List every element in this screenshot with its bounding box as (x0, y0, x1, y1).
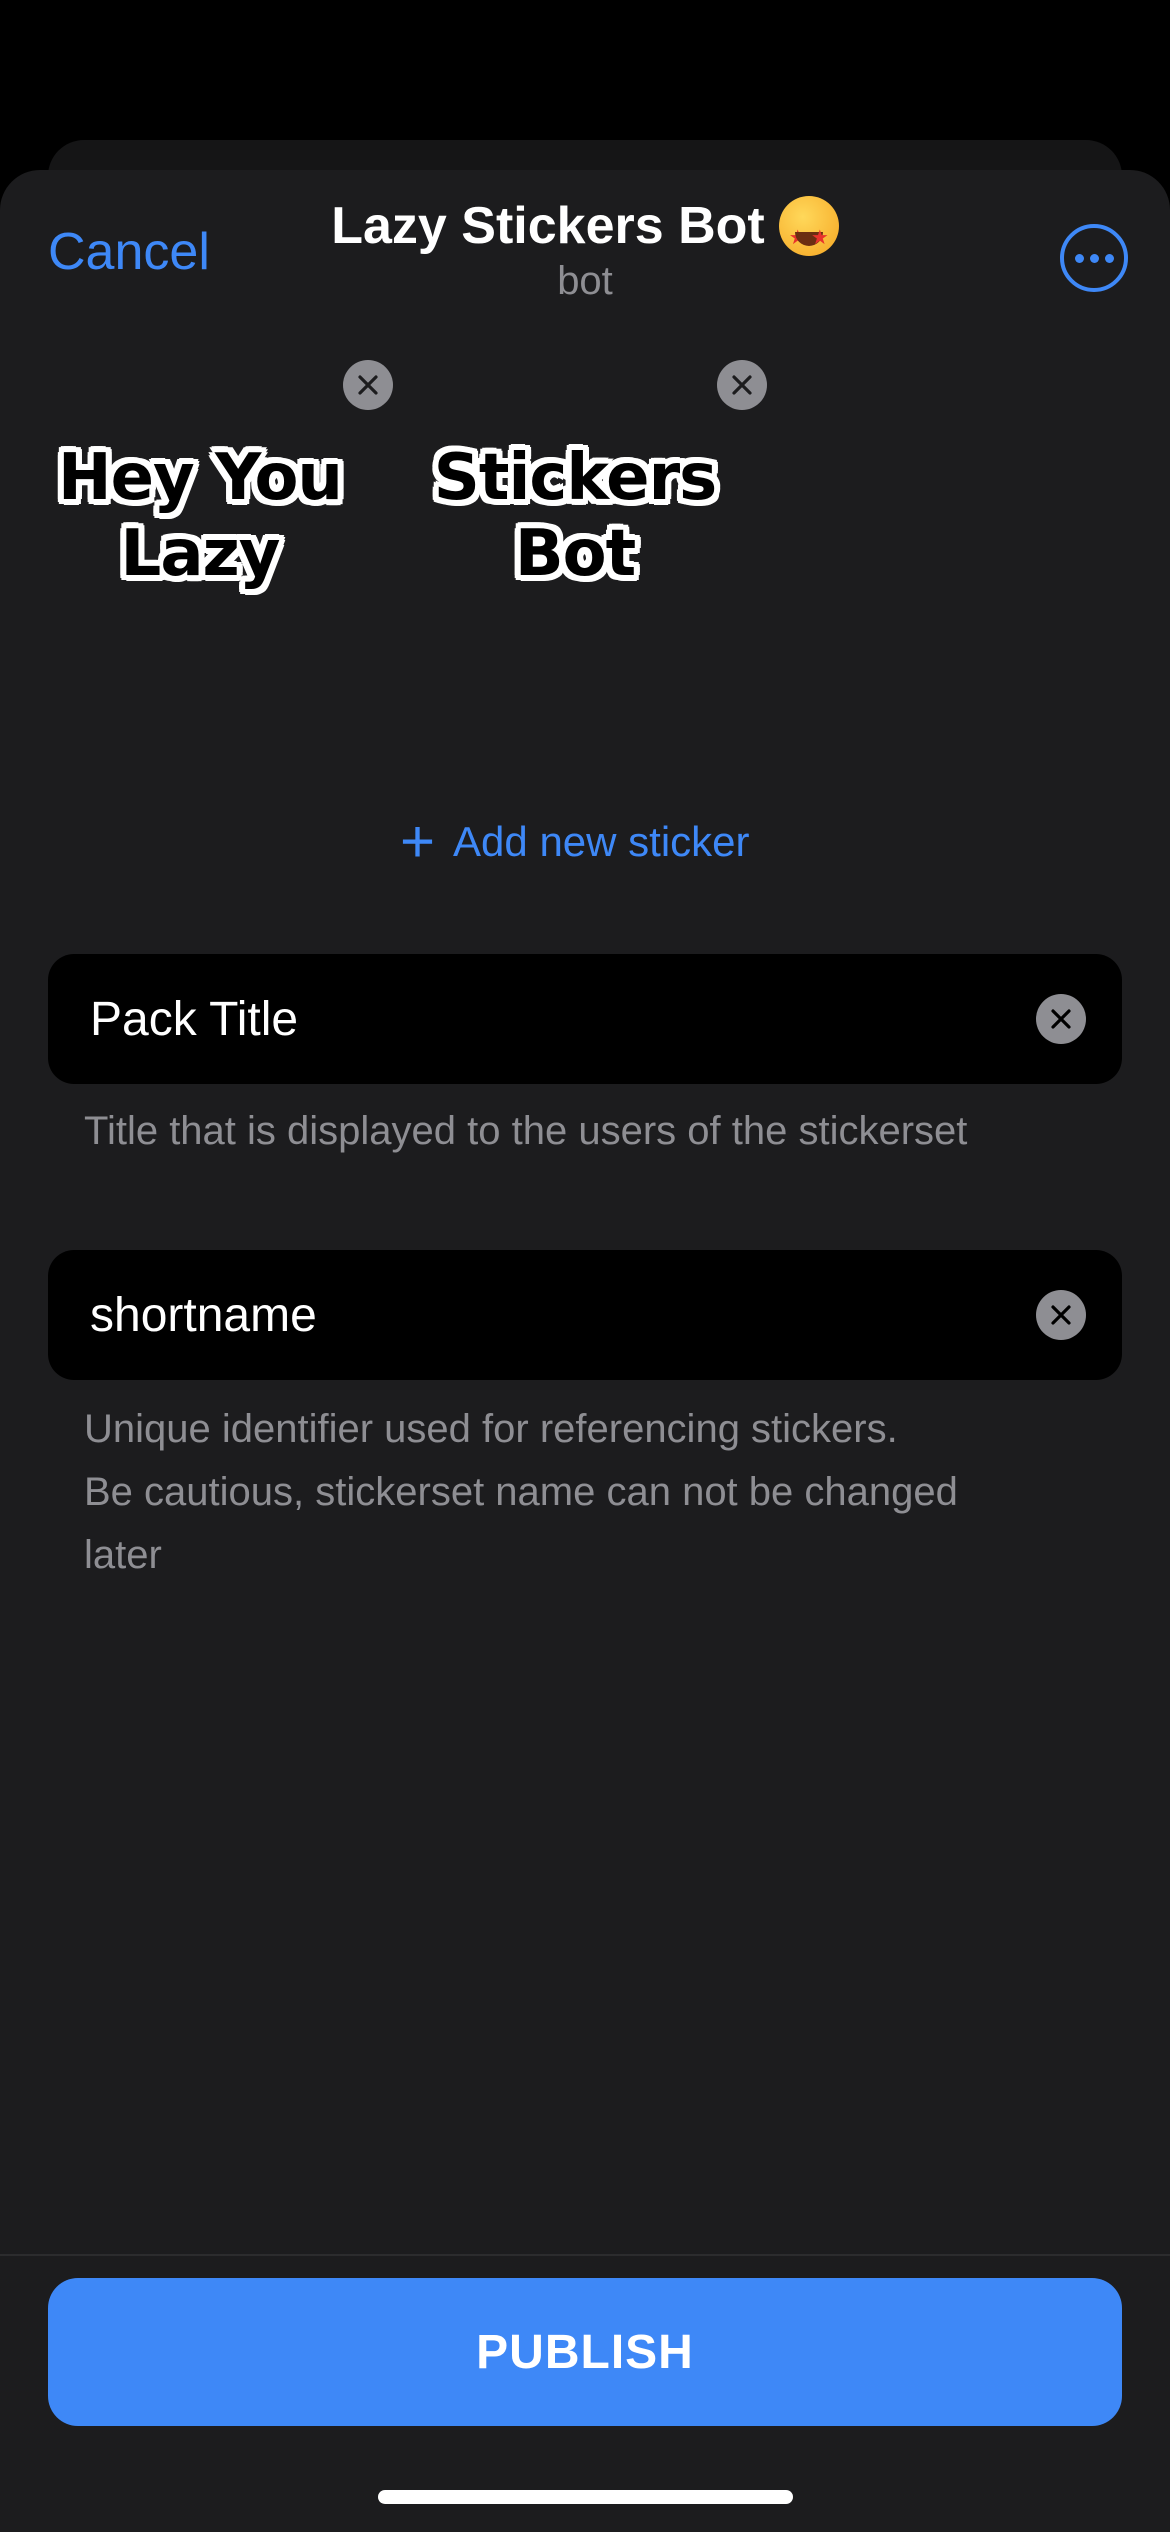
ellipsis-dot (1074, 253, 1084, 263)
sticker-text-line: Lazy (120, 517, 281, 591)
star-struck-emoji-icon (778, 196, 839, 268)
shortname-field (48, 1250, 1122, 1380)
sticker-text-line: Hey You (58, 441, 343, 515)
pack-title-input[interactable] (90, 954, 1030, 1084)
shortname-hint-line: later (84, 1533, 162, 1577)
sticker-text-line: Stickers (433, 441, 717, 515)
sticker-image: Stickers Bot (420, 440, 730, 592)
bot-subtitle: bot (557, 259, 613, 303)
shortname-input[interactable] (90, 1250, 1030, 1380)
pack-title-hint: Title that is displayed to the users of … (84, 1109, 968, 1153)
bot-title: Lazy Stickers Bot (331, 196, 839, 268)
add-new-sticker-button[interactable]: + Add new sticker (400, 810, 750, 874)
sticker-item[interactable]: Stickers Bot (420, 360, 767, 660)
cancel-button[interactable]: Cancel (48, 222, 210, 282)
shortname-hint-line: Unique identifier used for referencing s… (84, 1407, 898, 1451)
sticker-item[interactable]: Hey You Lazy (45, 360, 393, 660)
clear-shortname-button[interactable] (1036, 1290, 1086, 1340)
ellipsis-dot (1089, 253, 1099, 263)
close-icon (732, 375, 752, 395)
publish-button[interactable]: PUBLISH (48, 2278, 1122, 2426)
remove-sticker-button[interactable] (717, 360, 767, 410)
sticker-pack-sheet: Cancel Lazy Stickers Bot bot Hey You Laz… (0, 170, 1170, 2532)
sheet-header: Cancel Lazy Stickers Bot bot (0, 170, 1170, 330)
shortname-hint: Unique identifier used for referencing s… (84, 1398, 1094, 1587)
add-sticker-label: Add new sticker (453, 818, 750, 865)
shortname-hint-line: Be cautious, stickerset name can not be … (84, 1470, 958, 1514)
close-icon (358, 375, 378, 395)
clear-pack-title-button[interactable] (1036, 994, 1086, 1044)
more-options-button[interactable] (1060, 224, 1128, 292)
title-block: Lazy Stickers Bot bot (235, 196, 935, 306)
bot-name: Lazy Stickers Bot (331, 197, 765, 255)
home-indicator[interactable] (378, 2490, 793, 2504)
remove-sticker-button[interactable] (343, 360, 393, 410)
sticker-image: Hey You Lazy (45, 440, 355, 592)
clear-icon (1051, 1009, 1071, 1029)
ellipsis-dot (1104, 253, 1114, 263)
clear-icon (1051, 1305, 1071, 1325)
sticker-grid: Hey You Lazy Stickers Bot (0, 360, 1170, 660)
sticker-text-line: Bot (514, 517, 636, 591)
pack-title-field (48, 954, 1122, 1084)
plus-icon: + (400, 808, 436, 875)
